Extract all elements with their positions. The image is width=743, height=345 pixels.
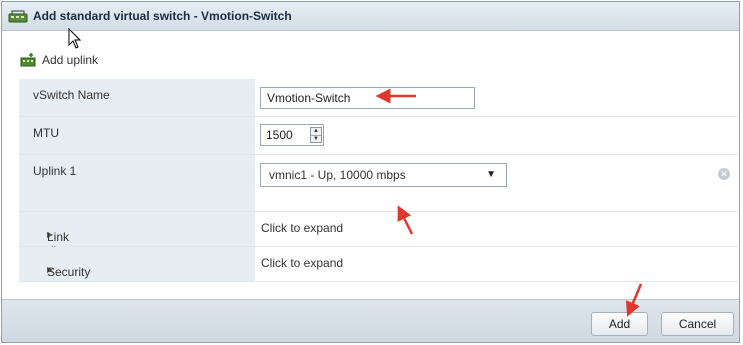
uplink1-label: Uplink 1 [33, 164, 77, 178]
add-button[interactable]: Add [591, 312, 648, 336]
spinner-down-icon[interactable]: ▼ [311, 135, 321, 143]
add-vswitch-dialog: Add standard virtual switch - Vmotion-Sw… [1, 1, 740, 343]
vswitch-icon [8, 10, 28, 23]
cancel-button[interactable]: Cancel [661, 312, 734, 336]
add-uplink-label: Add uplink [42, 53, 99, 67]
dialog-title-bar: Add standard virtual switch - Vmotion-Sw… [2, 2, 739, 31]
mtu-spinner[interactable]: ▲ ▼ [310, 127, 322, 143]
vswitch-name-label: vSwitch Name [33, 88, 110, 102]
security-label: Security [47, 265, 91, 279]
link-discovery-expand[interactable]: Click to expand [261, 221, 343, 235]
security-expand[interactable]: Click to expand [261, 256, 343, 270]
vswitch-name-row: vSwitch Name [19, 79, 738, 117]
mtu-row: MTU ▲ ▼ [19, 117, 738, 155]
uplink1-select[interactable]: vmnic1 - Up, 10000 mbps ▼ [260, 163, 507, 187]
dialog-title: Add standard virtual switch - Vmotion-Sw… [33, 9, 292, 23]
spinner-up-icon[interactable]: ▲ [311, 128, 321, 135]
mtu-input[interactable] [261, 125, 307, 145]
add-uplink-icon [20, 53, 36, 67]
vswitch-name-input[interactable] [260, 87, 475, 109]
dialog-footer: Add Cancel [2, 299, 739, 342]
mtu-label: MTU [33, 126, 59, 140]
mtu-stepper[interactable]: ▲ ▼ [260, 124, 324, 146]
uplink1-row: Uplink 1 vmnic1 - Up, 10000 mbps ▼ ✕ [19, 155, 738, 212]
clear-icon[interactable]: ✕ [718, 168, 730, 180]
security-row[interactable]: ▶ Security Click to expand [19, 247, 738, 282]
mouse-cursor-icon [68, 28, 82, 49]
uplink1-selected-value: vmnic1 - Up, 10000 mbps [269, 168, 406, 182]
link-discovery-row[interactable]: ▶Link discovery Click to expand [19, 212, 738, 258]
dropdown-arrow-icon: ▼ [486, 169, 496, 180]
